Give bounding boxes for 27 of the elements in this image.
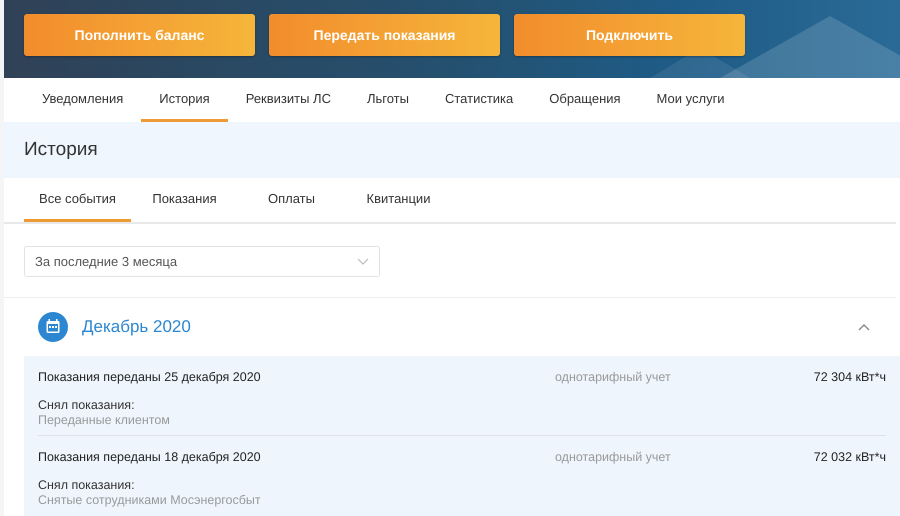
nav-tab[interactable]: Реквизиты ЛС [228, 78, 349, 122]
chevron-icon[interactable] [858, 323, 870, 331]
filter-tab[interactable]: Квитанции [345, 178, 452, 222]
page-title: История [24, 139, 98, 161]
month-title: Декабрь 2020 [82, 317, 192, 337]
filter-tab[interactable]: Все события [24, 178, 131, 222]
meter-reading: 72 304 кВт*ч [814, 370, 886, 386]
chevron-down-icon [357, 258, 369, 265]
nav-tab[interactable]: Мои услуги [638, 78, 743, 122]
taker-value: Переданные клиентом [38, 413, 171, 427]
taker-label: Снял показания: [38, 478, 136, 492]
tariff-type: однотарифный учет [555, 450, 672, 466]
nav-tab[interactable]: Статистика [426, 78, 532, 122]
period-dropdown[interactable]: За последние 3 месяца [24, 246, 380, 277]
entry-title: Показания переданы 25 декабря 2020 [38, 370, 262, 384]
calendar-icon [38, 312, 68, 342]
filter-tab[interactable]: Показания [131, 178, 238, 222]
filter-tab[interactable]: Оплаты [238, 178, 345, 222]
taker-label: Снял показания: [38, 398, 136, 412]
meter-reading: 72 032 кВт*ч [814, 450, 886, 466]
nav-tab[interactable]: Уведомления [24, 78, 142, 122]
nav-tab[interactable]: Льготы [348, 78, 427, 122]
period-value: За последние 3 месяца [35, 254, 178, 269]
entry-title: Показания переданы 18 декабря 2020 [38, 450, 262, 464]
taker-value: Снятые сотрудниками Мосэнергосбыт [38, 493, 262, 507]
nav-tab[interactable]: Обращения [531, 78, 639, 122]
tariff-type: однотарифный учет [555, 370, 672, 386]
